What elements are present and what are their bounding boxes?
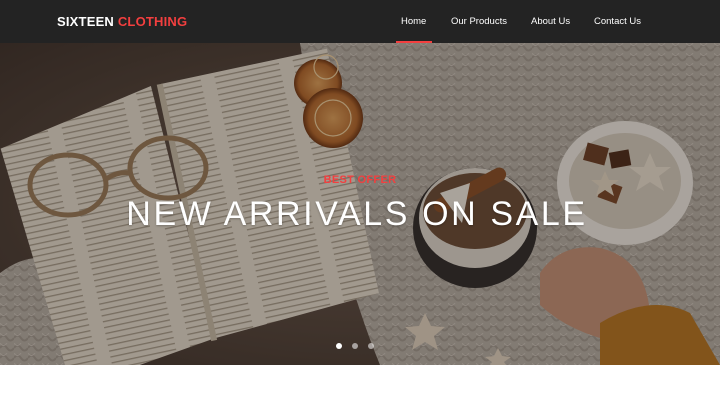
nav-item-home[interactable]: Home <box>395 16 433 43</box>
carousel-dot-3[interactable] <box>368 343 374 349</box>
nav-item-contact-us[interactable]: Contact Us <box>594 16 641 27</box>
nav-item-about-us[interactable]: About Us <box>531 16 570 27</box>
hero-banner: BEST OFFER NEW ARRIVALS ON SALE <box>0 43 720 365</box>
nav-item-our-products[interactable]: Our Products <box>451 16 507 27</box>
carousel-dot-2[interactable] <box>352 343 358 349</box>
carousel-dot-1[interactable] <box>336 343 342 349</box>
brand-name-primary: SIXTEEN <box>57 14 115 29</box>
hero-headline: NEW ARRIVALS ON SALE <box>126 195 588 233</box>
top-navbar: SIXTEEN CLOTHING Home Our Products About… <box>0 0 720 43</box>
brand-name-accent: CLOTHING <box>117 14 188 29</box>
brand-logo[interactable]: SIXTEEN CLOTHING <box>57 14 187 29</box>
hero-kicker: BEST OFFER <box>323 174 397 186</box>
